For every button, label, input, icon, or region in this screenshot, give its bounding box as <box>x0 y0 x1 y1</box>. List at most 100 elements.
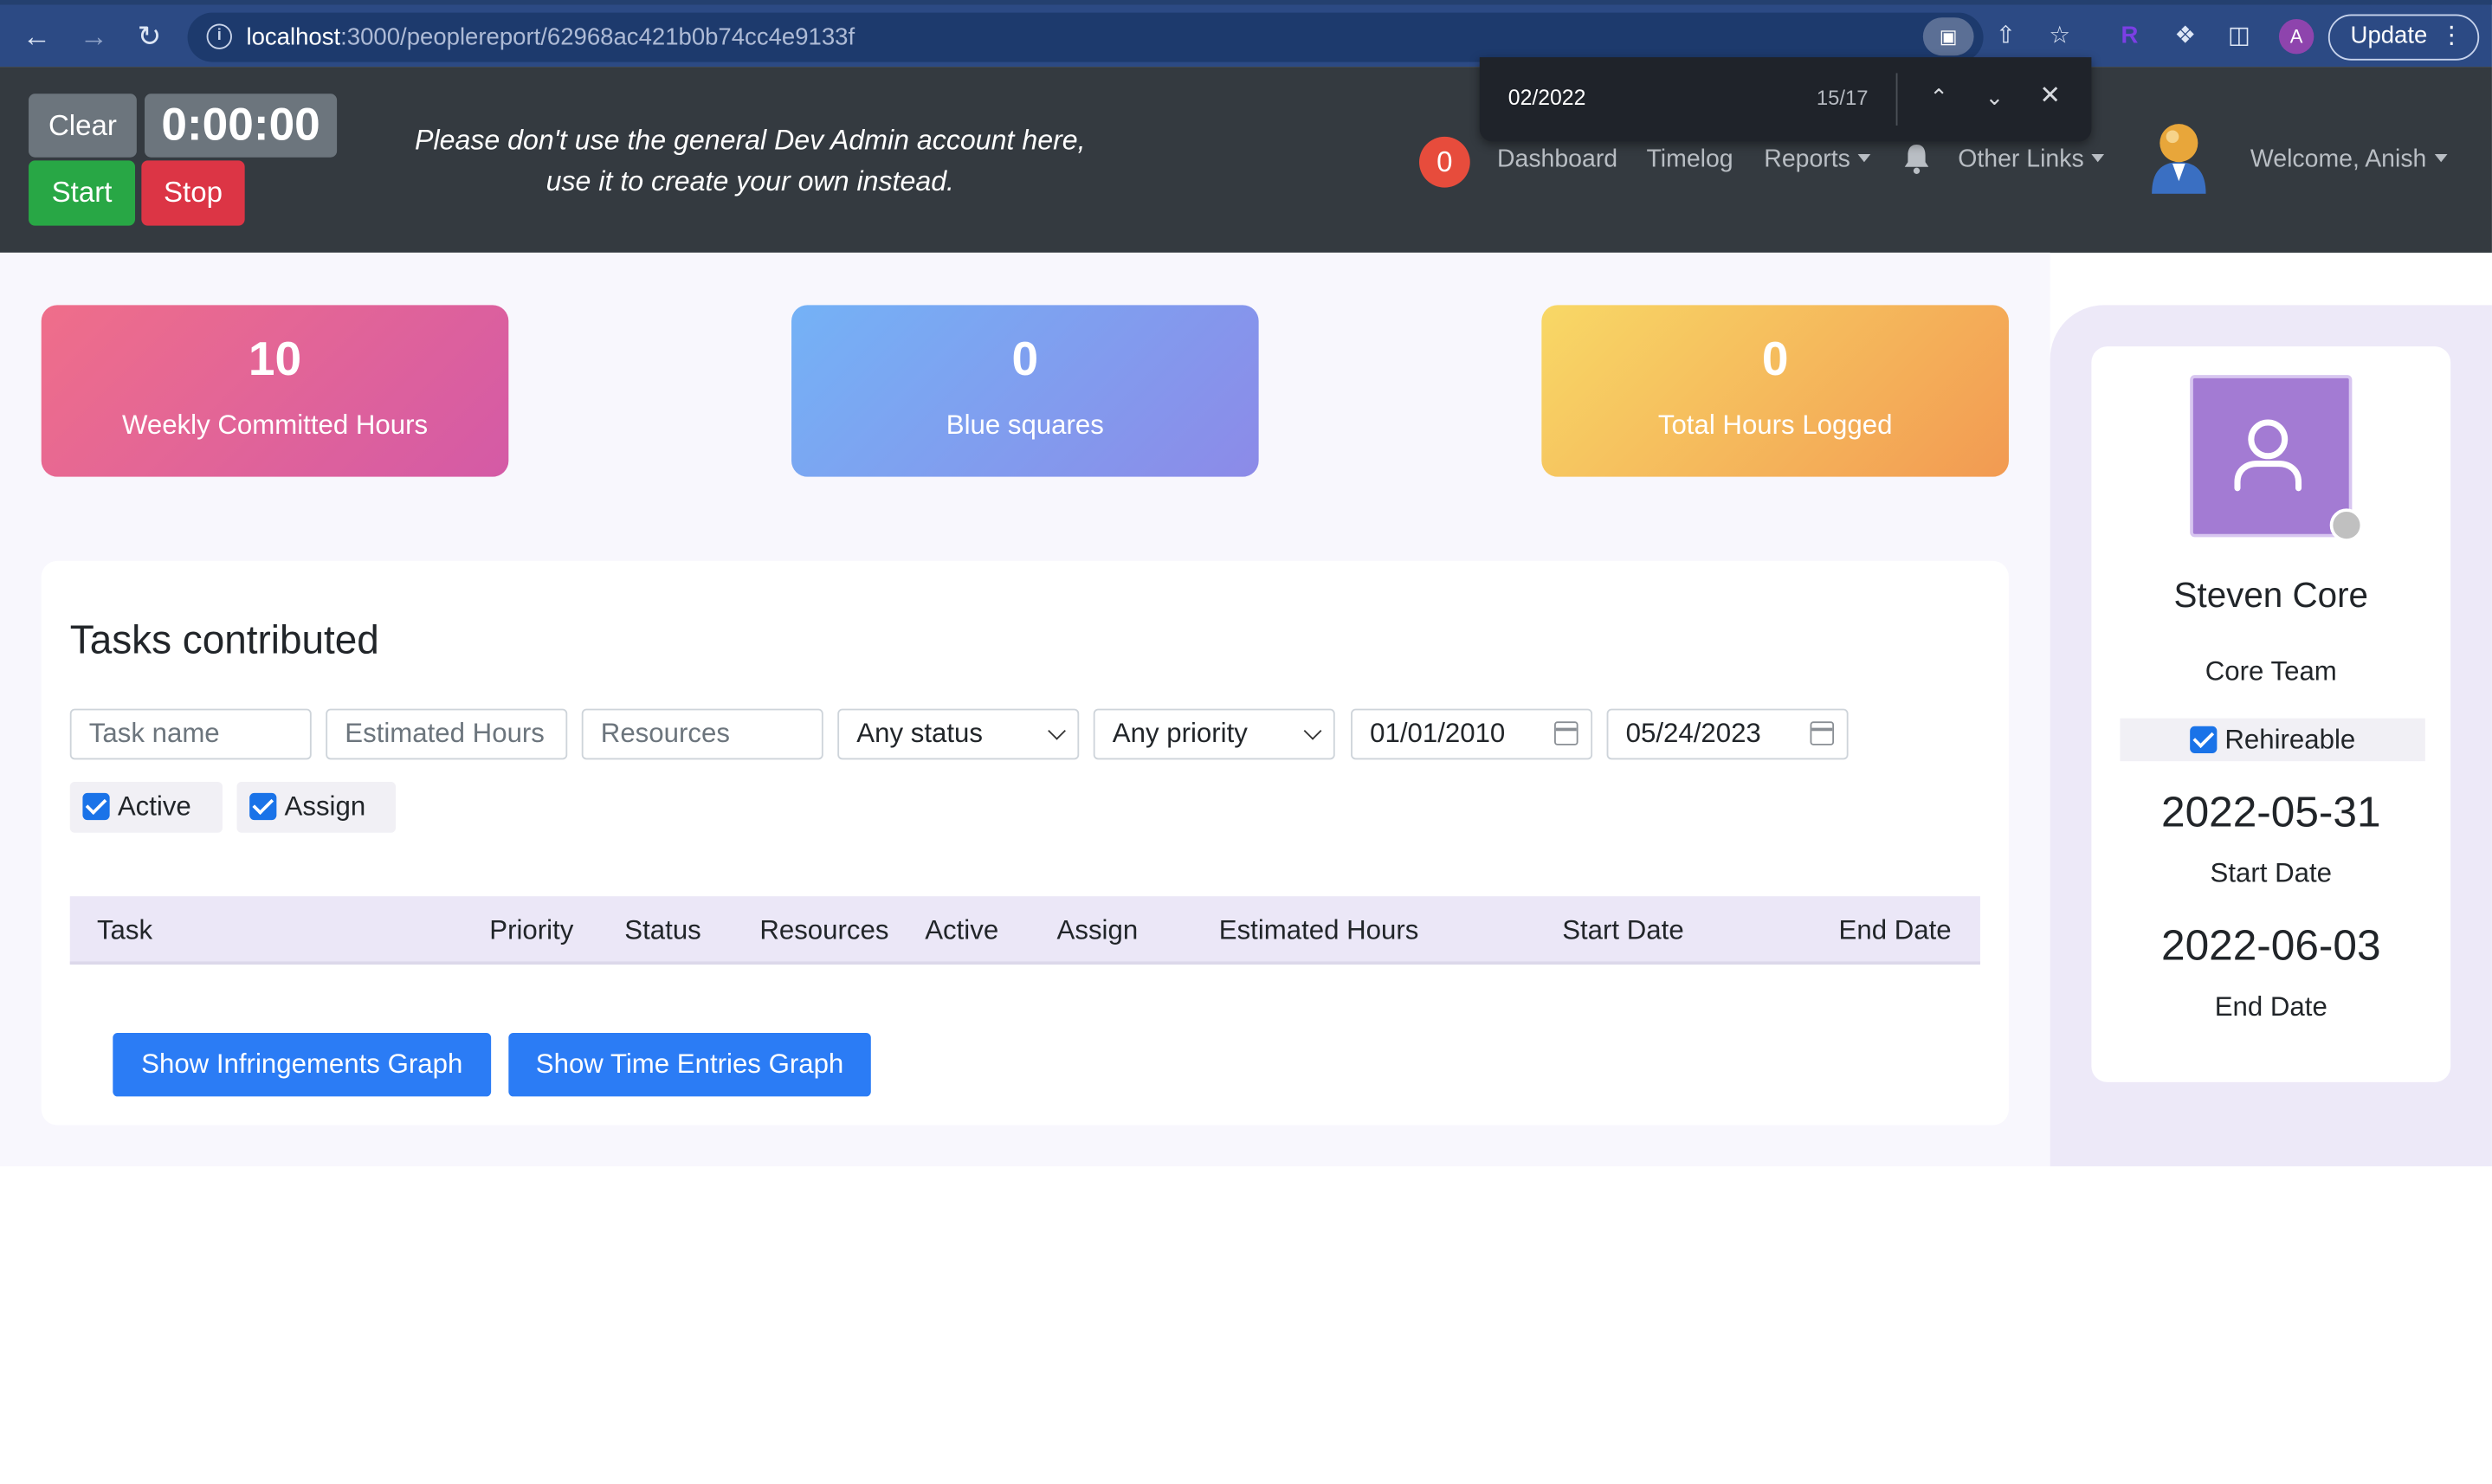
reports-label: Reports <box>1764 145 1850 174</box>
chevron-down-icon <box>1048 721 1066 740</box>
timer-start-button[interactable]: Start <box>29 160 136 226</box>
extensions-puzzle-icon[interactable]: ❖ <box>2169 21 2201 53</box>
other-links-label: Other Links <box>1958 145 2084 174</box>
forward-arrow-icon[interactable]: → <box>76 19 111 54</box>
welcome-user-dropdown[interactable]: Welcome, Anish <box>2250 145 2448 175</box>
resources-input[interactable]: Resources <box>581 708 823 760</box>
google-lens-icon[interactable]: ▣ <box>1922 17 1974 56</box>
checkbox-checked-icon[interactable] <box>249 792 277 821</box>
priority-select[interactable]: Any priority <box>1093 708 1335 760</box>
find-separator <box>1895 73 1898 126</box>
url-text: localhost:3000/peoplereport/62968ac421b0… <box>246 23 855 51</box>
stat-label: Weekly Committed Hours <box>121 410 429 441</box>
stat-label: Blue squares <box>946 410 1104 441</box>
start-date-value: 01/01/2010 <box>1370 718 1506 749</box>
caret-down-icon <box>2091 154 2105 163</box>
end-date-label: End Date <box>2214 991 2327 1023</box>
end-date-input[interactable]: 05/24/2023 <box>1606 708 1849 760</box>
status-select-value: Any status <box>856 718 983 749</box>
stat-value: 0 <box>1761 333 1789 387</box>
checkbox-checked-icon[interactable] <box>2189 726 2218 753</box>
browser-update-button[interactable]: Update ⋮ <box>2327 14 2480 61</box>
back-arrow-icon[interactable]: ← <box>19 19 54 54</box>
weekly-committed-hours-card: 10 Weekly Committed Hours <box>41 305 509 477</box>
profile-avatar <box>2190 375 2353 538</box>
col-assign[interactable]: Assign <box>1057 915 1139 947</box>
find-in-page-bar: 02/2022 15/17 ⌃ ⌄ ✕ <box>1479 57 2092 142</box>
find-previous-chevron-up-icon[interactable]: ⌃ <box>1923 81 1955 113</box>
chevron-down-icon <box>1303 721 1322 740</box>
browser-profile-avatar[interactable]: A <box>2278 19 2314 55</box>
col-task[interactable]: Task <box>97 915 152 947</box>
timer-stop-button[interactable]: Stop <box>141 160 245 226</box>
caret-down-icon <box>1858 154 1871 163</box>
stat-label: Total Hours Logged <box>1657 410 1893 441</box>
show-time-entries-graph-button[interactable]: Show Time Entries Graph <box>508 1033 871 1097</box>
profile-card: Steven Core Core Team Rehireable 2022-05… <box>2091 346 2451 1082</box>
calendar-icon[interactable] <box>1810 721 1835 745</box>
rehireable-checkbox[interactable]: Rehireable <box>2120 718 2425 762</box>
timer-display: 0:00:00 <box>145 94 338 158</box>
profile-end-date: 2022-06-03 <box>2161 921 2381 970</box>
user-profile-pic-icon[interactable] <box>2146 118 2212 194</box>
timer-clear-button[interactable]: Clear <box>29 94 137 158</box>
rehireable-label: Rehireable <box>2224 724 2356 755</box>
nav-other-links-dropdown[interactable]: Other Links <box>1958 145 2105 175</box>
share-icon[interactable]: ⇧ <box>1990 21 2022 53</box>
find-match-count: 15/17 <box>1816 86 1869 110</box>
tasks-contributed-card: Tasks contributed Task name Estimated Ho… <box>41 560 2009 1126</box>
col-start-date[interactable]: Start Date <box>1562 915 1683 947</box>
col-estimated-hours[interactable]: Estimated Hours <box>1219 915 1419 947</box>
more-menu-icon: ⋮ <box>2439 22 2463 49</box>
assign-label: Assign <box>284 791 366 822</box>
col-status[interactable]: Status <box>624 915 700 947</box>
active-label: Active <box>117 791 191 822</box>
col-resources[interactable]: Resources <box>759 915 888 947</box>
browser-toolbar: ← → ↻ i localhost:3000/peoplereport/6296… <box>0 0 2492 68</box>
reload-icon[interactable]: ↻ <box>132 19 166 54</box>
col-priority[interactable]: Priority <box>489 915 573 947</box>
active-filter-checkbox[interactable]: Active <box>69 782 223 833</box>
nav-reports-dropdown[interactable]: Reports <box>1764 145 1871 175</box>
blue-squares-card: 0 Blue squares <box>791 305 1259 477</box>
task-name-input[interactable]: Task name <box>69 708 312 760</box>
warning-line-1: Please don't use the general Dev Admin a… <box>415 124 1086 156</box>
notification-count-badge[interactable]: 0 <box>1419 136 1470 188</box>
col-end-date[interactable]: End Date <box>1839 915 1952 947</box>
site-info-icon[interactable]: i <box>206 23 232 49</box>
update-label: Update <box>2350 22 2428 49</box>
side-panel-icon[interactable]: ◫ <box>2224 21 2256 53</box>
bookmark-star-icon[interactable]: ☆ <box>2043 21 2076 53</box>
find-close-icon[interactable]: ✕ <box>2034 81 2066 113</box>
stat-value: 10 <box>248 333 302 387</box>
react-devtools-extension-icon[interactable]: R <box>2114 21 2146 53</box>
dev-admin-warning: Please don't use the general Dev Admin a… <box>391 119 1110 202</box>
profile-name: Steven Core <box>2173 575 2369 616</box>
bell-icon[interactable] <box>1902 143 1931 175</box>
status-dot <box>2329 508 2364 542</box>
find-input[interactable]: 02/2022 <box>1508 86 1586 110</box>
profile-start-date: 2022-05-31 <box>2161 788 2381 836</box>
stat-value: 0 <box>1011 333 1039 387</box>
start-date-label: Start Date <box>2210 858 2333 888</box>
caret-down-icon <box>2434 154 2448 163</box>
nav-dashboard-link[interactable]: Dashboard <box>1497 146 1617 175</box>
priority-select-value: Any priority <box>1112 718 1248 749</box>
start-date-input[interactable]: 01/01/2010 <box>1351 708 1593 760</box>
total-hours-logged-card: 0 Total Hours Logged <box>1541 305 2009 477</box>
app-header: Clear 0:00:00 Start Stop Please don't us… <box>0 67 2492 253</box>
end-date-value: 05/24/2023 <box>1625 718 1761 749</box>
status-select[interactable]: Any status <box>837 708 1080 760</box>
find-next-chevron-down-icon[interactable]: ⌄ <box>1979 81 2011 113</box>
tasks-title: Tasks contributed <box>69 617 379 663</box>
assign-filter-checkbox[interactable]: Assign <box>236 782 397 833</box>
estimated-hours-input[interactable]: Estimated Hours <box>326 708 568 760</box>
calendar-icon[interactable] <box>1554 721 1578 745</box>
welcome-label: Welcome, Anish <box>2250 145 2427 174</box>
address-bar[interactable]: i localhost:3000/peoplereport/62968ac421… <box>187 12 1984 62</box>
show-infringements-graph-button[interactable]: Show Infringements Graph <box>113 1033 492 1097</box>
nav-timelog-link[interactable]: Timelog <box>1646 146 1733 175</box>
col-active[interactable]: Active <box>925 915 998 947</box>
checkbox-checked-icon[interactable] <box>82 792 110 821</box>
profile-team: Core Team <box>2205 656 2337 687</box>
